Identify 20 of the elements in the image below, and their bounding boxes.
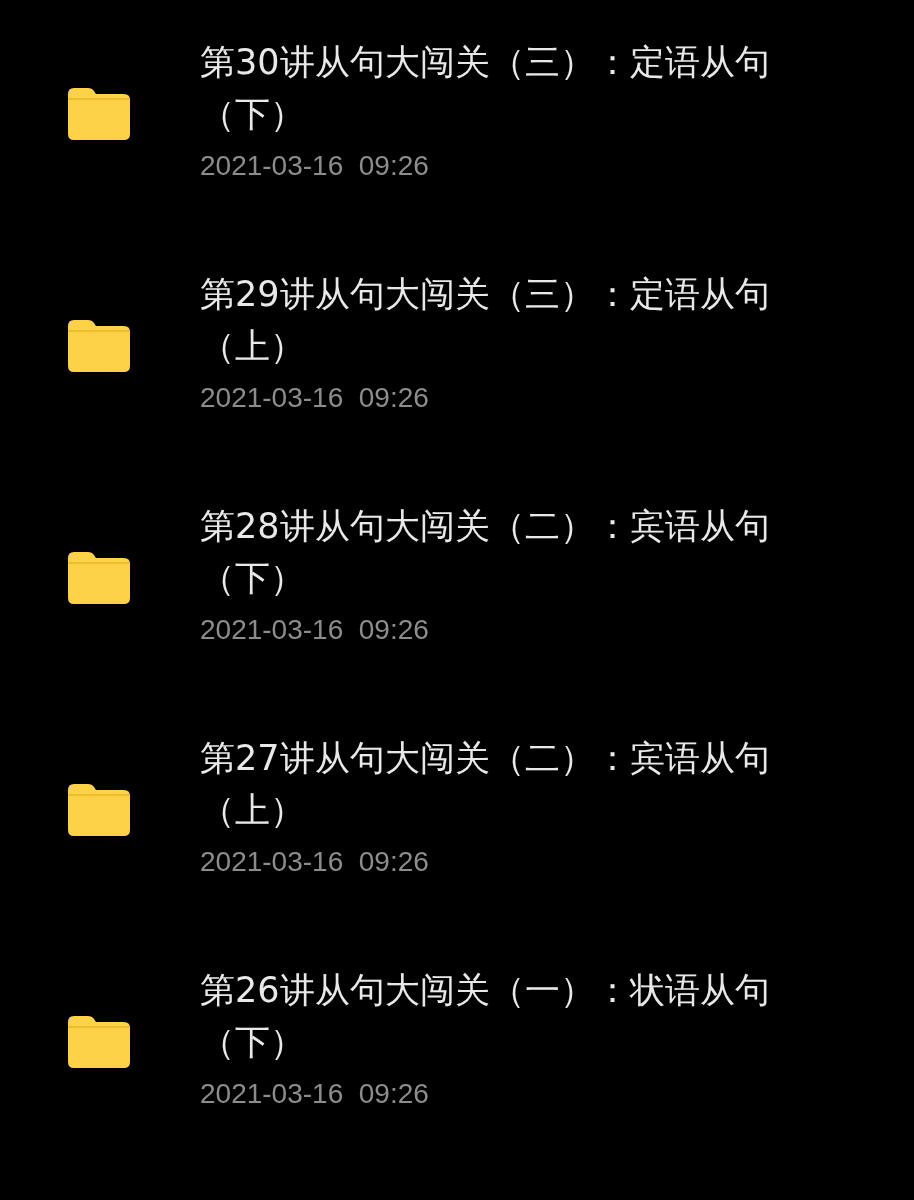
folder-item[interactable]: 第30讲从句大闯关（三）：定语从句（下） 2021-03-16 09:26 [0,36,914,268]
folder-name: 第27讲从句大闯关（二）：宾语从句（上） [200,737,771,832]
folder-name: 第29讲从句大闯关（三）：定语从句（上） [200,273,771,368]
folder-icon [68,1016,130,1068]
folder-name: 第30讲从句大闯关（三）：定语从句（下） [200,41,771,136]
modified-date: 2021-03-16 09:26 [200,846,430,878]
folder-item[interactable]: 第28讲从句大闯关（二）：宾语从句（下） 2021-03-16 09:26 [0,500,914,732]
folder-item[interactable]: 第27讲从句大闯关（二）：宾语从句（上） 2021-03-16 09:26 [0,732,914,964]
folder-icon [68,320,130,372]
modified-date: 2021-03-16 09:26 [200,1078,430,1110]
modified-date: 2021-03-16 09:26 [200,150,430,182]
folder-icon [68,88,130,140]
folder-icon [68,784,130,836]
folder-icon [68,552,130,604]
folder-item[interactable]: 第29讲从句大闯关（三）：定语从句（上） 2021-03-16 09:26 [0,268,914,500]
folder-name: 第26讲从句大闯关（一）：状语从句（下） [200,969,771,1064]
folder-item[interactable]: 第26讲从句大闯关（一）：状语从句（下） 2021-03-16 09:26 [0,964,914,1196]
folder-name: 第28讲从句大闯关（二）：宾语从句（下） [200,505,771,600]
modified-date: 2021-03-16 09:26 [200,382,430,414]
modified-date: 2021-03-16 09:26 [200,614,430,646]
